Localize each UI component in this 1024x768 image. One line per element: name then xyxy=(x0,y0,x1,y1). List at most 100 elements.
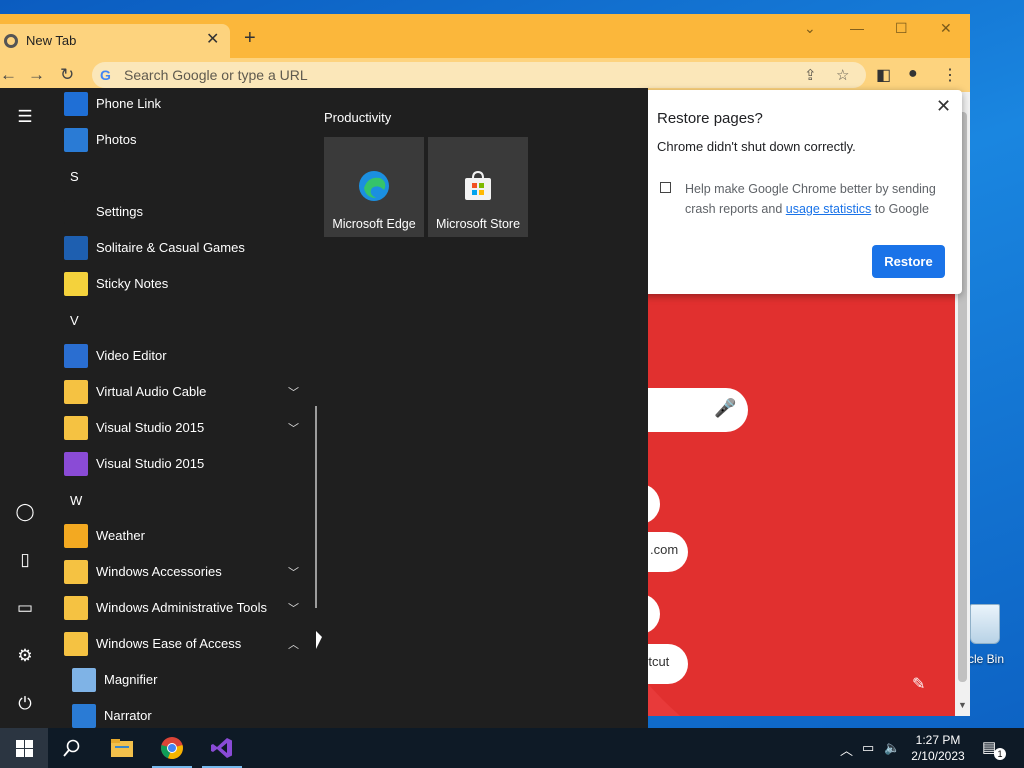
sticky-notes-icon xyxy=(64,272,88,296)
action-center-icon[interactable]: ▤ 1 xyxy=(982,738,1006,760)
toolbar: ← → ↻ G Search Google or type a URL ⇪ ☆ … xyxy=(0,58,970,92)
chevron-down-icon[interactable]: ﹀ xyxy=(288,420,299,436)
power-icon[interactable]: ⏻ xyxy=(14,693,36,715)
app-item[interactable]: Windows Administrative Tools ﹀ xyxy=(48,590,310,626)
app-item[interactable]: Visual Studio 2015 ﹀ xyxy=(48,410,310,446)
app-item-label: Solitaire & Casual Games xyxy=(96,240,245,255)
volume-icon[interactable]: 🔈 xyxy=(884,740,900,756)
app-item[interactable]: Magnifier xyxy=(48,662,310,698)
start-button[interactable] xyxy=(0,728,48,768)
folder-icon xyxy=(64,632,88,656)
crash-report-checkbox[interactable] xyxy=(660,182,671,193)
file-explorer-icon xyxy=(111,739,133,757)
mouse-cursor xyxy=(316,631,322,649)
scroll-down-icon[interactable]: ▼ xyxy=(958,700,967,710)
minimize-button[interactable]: — xyxy=(850,20,864,36)
app-item[interactable]: Video Editor xyxy=(48,338,310,374)
side-panel-icon[interactable]: ◧ xyxy=(876,65,891,85)
chevron-down-icon[interactable]: ﹀ xyxy=(288,564,299,580)
omnibox-placeholder: Search Google or type a URL xyxy=(124,67,308,83)
restore-button[interactable]: Restore xyxy=(872,245,945,278)
chevron-down-icon[interactable]: ﹀ xyxy=(288,384,299,400)
restore-pages-dialog: Restore pages? ✕ Chrome didn't shut down… xyxy=(640,90,962,294)
menu-dots-icon[interactable]: ⋮ xyxy=(942,65,958,85)
app-item-label: Virtual Audio Cable xyxy=(96,384,207,399)
close-tab-icon[interactable]: ✕ xyxy=(206,29,219,49)
microphone-icon[interactable]: 🎤 xyxy=(714,398,736,419)
letter-header: W xyxy=(70,493,83,508)
app-item-label: Weather xyxy=(96,528,145,543)
close-window-button[interactable]: ✕ xyxy=(940,20,952,37)
recycle-bin-label: cle Bin xyxy=(968,652,1005,666)
clock[interactable]: 1:27 PM 2/10/2023 xyxy=(908,732,968,764)
chrome-favicon-icon xyxy=(4,34,18,48)
app-item-label: Visual Studio 2015 xyxy=(96,456,205,471)
app-item[interactable]: Phone Link xyxy=(48,88,310,122)
taskbar-file-explorer[interactable] xyxy=(98,728,146,768)
customize-pencil-icon[interactable]: ✎ xyxy=(912,674,925,694)
pictures-icon[interactable]: ▭ xyxy=(14,597,36,619)
tab-new-tab[interactable]: New Tab ✕ xyxy=(0,24,230,58)
app-item[interactable]: Solitaire & Casual Games xyxy=(48,230,310,266)
settings-gear-icon[interactable]: ⚙ xyxy=(14,645,36,667)
tile-microsoft-edge[interactable]: Microsoft Edge xyxy=(324,137,424,237)
maximize-button[interactable]: ☐ xyxy=(895,20,908,37)
start-menu: ☰ ◯ ▯ ▭ ⚙ ⏻ Phone Link Photos S Settings Sol… xyxy=(0,88,648,728)
chevron-up-icon[interactable]: ︿ xyxy=(288,636,299,652)
new-tab-button[interactable]: + xyxy=(244,27,256,50)
app-item-label: Photos xyxy=(96,132,137,147)
folder-icon xyxy=(64,560,88,584)
recycle-bin-icon xyxy=(970,604,1000,644)
app-item[interactable]: Settings xyxy=(48,194,310,230)
dialog-title: Restore pages? xyxy=(657,110,763,127)
folder-icon xyxy=(64,596,88,620)
visual-studio-icon xyxy=(64,452,88,476)
documents-icon[interactable]: ▯ xyxy=(14,549,36,571)
app-item[interactable]: Weather xyxy=(48,518,310,554)
forward-icon[interactable]: → xyxy=(28,65,45,85)
taskbar-chrome[interactable] xyxy=(148,728,196,768)
app-item[interactable]: Narrator xyxy=(48,698,310,728)
app-item-label: Sticky Notes xyxy=(96,276,169,291)
app-item[interactable]: Windows Accessories ﹀ xyxy=(48,554,310,590)
bookmark-star-icon[interactable]: ☆ xyxy=(836,66,849,84)
network-icon[interactable]: ▭ xyxy=(862,740,874,756)
app-item-label: Magnifier xyxy=(104,672,158,687)
video-editor-icon xyxy=(64,344,88,368)
narrator-icon xyxy=(72,704,96,728)
app-item-label: Video Editor xyxy=(96,348,167,363)
user-account-icon[interactable]: ◯ xyxy=(14,501,36,523)
edge-icon xyxy=(359,171,389,201)
taskbar-visual-studio[interactable] xyxy=(198,728,246,768)
app-item[interactable]: Visual Studio 2015 xyxy=(48,446,310,482)
shortcut-label: .com xyxy=(650,542,679,557)
tile-microsoft-store[interactable]: Microsoft Store xyxy=(428,137,528,237)
app-item-label: Settings xyxy=(96,204,143,219)
reload-icon[interactable]: ↻ xyxy=(60,65,74,85)
app-item[interactable]: Sticky Notes xyxy=(48,266,310,302)
show-hidden-icons[interactable]: ︿ xyxy=(840,740,853,759)
share-icon[interactable]: ⇪ xyxy=(804,66,817,84)
search-button[interactable] xyxy=(48,728,96,768)
app-item-label: Phone Link xyxy=(96,96,162,111)
hamburger-menu-icon[interactable]: ☰ xyxy=(14,106,36,128)
taskbar: ︿ ▭ 🔈 1:27 PM 2/10/2023 ▤ 1 xyxy=(0,728,1024,768)
search-icon xyxy=(63,739,80,757)
letter-header: S xyxy=(70,169,79,184)
app-item[interactable]: Windows Ease of Access ︿ xyxy=(48,626,310,662)
gear-icon xyxy=(64,200,88,224)
app-item[interactable]: Photos xyxy=(48,122,310,158)
app-item-label: Windows Ease of Access xyxy=(96,636,242,651)
profile-icon[interactable]: ● xyxy=(908,65,918,83)
back-icon[interactable]: ← xyxy=(0,65,17,85)
omnibox[interactable]: G Search Google or type a URL ⇪ ☆ xyxy=(92,62,866,88)
chevron-down-icon[interactable]: ﹀ xyxy=(288,600,299,616)
photos-icon xyxy=(64,128,88,152)
visual-studio-icon xyxy=(211,738,232,758)
app-item[interactable]: Virtual Audio Cable ﹀ xyxy=(48,374,310,410)
app-list-scrollbar[interactable] xyxy=(315,406,317,608)
usage-statistics-link[interactable]: usage statistics xyxy=(786,202,871,216)
tab-search-icon[interactable]: ⌄ xyxy=(804,20,816,37)
close-icon[interactable]: ✕ xyxy=(936,96,951,117)
app-list: Phone Link Photos S Settings Solitaire & Cas… xyxy=(48,88,316,728)
